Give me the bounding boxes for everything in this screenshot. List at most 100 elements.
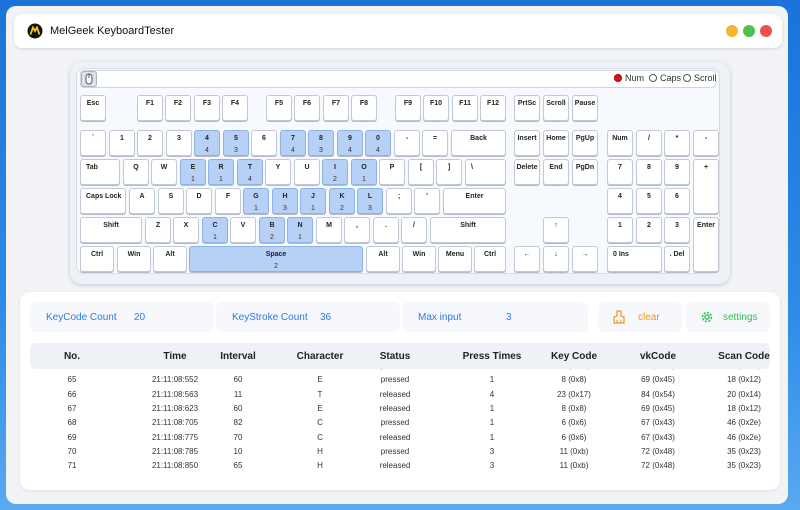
key-alt[interactable]: Alt <box>366 246 400 272</box>
key-j[interactable]: J1 <box>300 188 326 214</box>
key-7[interactable]: 7 <box>607 159 633 185</box>
key-f1[interactable]: F1 <box>137 95 163 121</box>
key-enter[interactable]: Enter <box>693 217 719 272</box>
key-f2[interactable]: F2 <box>165 95 191 121</box>
key-2[interactable]: 2 <box>636 217 662 243</box>
key-f5[interactable]: F5 <box>266 95 292 121</box>
key-shift[interactable]: Shift <box>430 217 506 243</box>
key-f8[interactable]: F8 <box>351 95 377 121</box>
key--[interactable]: , <box>344 217 370 243</box>
key-f11[interactable]: F11 <box>452 95 478 121</box>
key-t[interactable]: T4 <box>237 159 263 185</box>
key-0-ins[interactable]: 0 Ins <box>607 246 662 272</box>
key-f10[interactable]: F10 <box>423 95 449 121</box>
key-f12[interactable]: F12 <box>480 95 506 121</box>
key-caps-lock[interactable]: Caps Lock <box>80 188 126 214</box>
key-f4[interactable]: F4 <box>222 95 248 121</box>
key-pause[interactable]: Pause <box>572 95 598 121</box>
key--[interactable]: ] <box>436 159 462 185</box>
key-4[interactable]: 44 <box>194 130 220 156</box>
key-f7[interactable]: F7 <box>323 95 349 121</box>
key--[interactable]: / <box>401 217 427 243</box>
key-z[interactable]: Z <box>145 217 171 243</box>
key-space[interactable]: Space 2 <box>189 246 363 272</box>
key-i[interactable]: I2 <box>322 159 348 185</box>
key-tab[interactable]: Tab <box>80 159 120 185</box>
key-esc[interactable]: Esc <box>80 95 106 121</box>
key-8[interactable]: 8 <box>636 159 662 185</box>
key-c[interactable]: C1 <box>202 217 228 243</box>
key-win[interactable]: Win <box>402 246 436 272</box>
key-enter[interactable]: Enter <box>443 188 506 214</box>
key-3[interactable]: 3 <box>664 217 690 243</box>
key-delete[interactable]: Delete <box>514 159 540 185</box>
key-4[interactable]: 4 <box>607 188 633 214</box>
key-2[interactable]: 2 <box>137 130 163 156</box>
key--[interactable]: . <box>373 217 399 243</box>
key-home[interactable]: Home <box>543 130 569 156</box>
event-log-table[interactable]: 6421:11:08:492225Tpressed423 (0x17)84 (0… <box>30 369 770 479</box>
key--[interactable]: [ <box>408 159 434 185</box>
key-s[interactable]: S <box>158 188 184 214</box>
key-r[interactable]: R1 <box>208 159 234 185</box>
clear-button[interactable]: clear <box>598 302 682 332</box>
key--[interactable]: ← <box>514 246 540 272</box>
key-num[interactable]: Num <box>607 130 633 156</box>
key-n[interactable]: N1 <box>287 217 313 243</box>
key-1[interactable]: 1 <box>109 130 135 156</box>
key-5[interactable]: 5 <box>636 188 662 214</box>
key-a[interactable]: A <box>129 188 155 214</box>
key-3[interactable]: 3 <box>166 130 192 156</box>
key--del[interactable]: . Del <box>664 246 690 272</box>
key-insert[interactable]: Insert <box>514 130 540 156</box>
key-8[interactable]: 83 <box>308 130 334 156</box>
key-e[interactable]: E1 <box>180 159 206 185</box>
key-1[interactable]: 1 <box>607 217 633 243</box>
key--[interactable]: * <box>664 130 690 156</box>
minimize-button[interactable] <box>726 25 738 37</box>
key-6[interactable]: 6 <box>664 188 690 214</box>
key-9[interactable]: 94 <box>337 130 363 156</box>
key-0[interactable]: 04 <box>365 130 391 156</box>
close-button[interactable] <box>760 25 772 37</box>
key--[interactable]: ↑ <box>543 217 569 243</box>
key-q[interactable]: Q <box>123 159 149 185</box>
key-l[interactable]: L3 <box>357 188 383 214</box>
key--[interactable]: ` <box>80 130 106 156</box>
key--[interactable]: / <box>636 130 662 156</box>
key-ctrl[interactable]: Ctrl <box>474 246 506 272</box>
key--[interactable]: - <box>394 130 420 156</box>
key-h[interactable]: H3 <box>272 188 298 214</box>
key--[interactable]: = <box>422 130 448 156</box>
key-f[interactable]: F <box>215 188 241 214</box>
key-5[interactable]: 53 <box>223 130 249 156</box>
key-d[interactable]: D <box>186 188 212 214</box>
key-prtsc[interactable]: PrtSc <box>514 95 540 121</box>
key-p[interactable]: P <box>379 159 405 185</box>
key-menu[interactable]: Menu <box>438 246 472 272</box>
key-7[interactable]: 74 <box>280 130 306 156</box>
key-pgdn[interactable]: PgDn <box>572 159 598 185</box>
key-k[interactable]: K2 <box>329 188 355 214</box>
settings-button[interactable]: settings <box>686 302 770 332</box>
key-f9[interactable]: F9 <box>395 95 421 121</box>
key-b[interactable]: B2 <box>259 217 285 243</box>
key-alt[interactable]: Alt <box>153 246 187 272</box>
key--[interactable]: - <box>693 130 719 156</box>
key-back[interactable]: Back <box>451 130 506 156</box>
key-f6[interactable]: F6 <box>294 95 320 121</box>
key--[interactable]: → <box>572 246 598 272</box>
key-6[interactable]: 6 <box>251 130 277 156</box>
key--[interactable]: + <box>693 159 719 214</box>
key-u[interactable]: U <box>294 159 320 185</box>
key-f3[interactable]: F3 <box>194 95 220 121</box>
key--[interactable]: ' <box>414 188 440 214</box>
key-win[interactable]: Win <box>117 246 151 272</box>
key-w[interactable]: W <box>151 159 177 185</box>
key-scroll[interactable]: Scroll <box>543 95 569 121</box>
key-y[interactable]: Y <box>265 159 291 185</box>
key-m[interactable]: M <box>316 217 342 243</box>
key-pgup[interactable]: PgUp <box>572 130 598 156</box>
key-g[interactable]: G1 <box>243 188 269 214</box>
key-v[interactable]: V <box>230 217 256 243</box>
